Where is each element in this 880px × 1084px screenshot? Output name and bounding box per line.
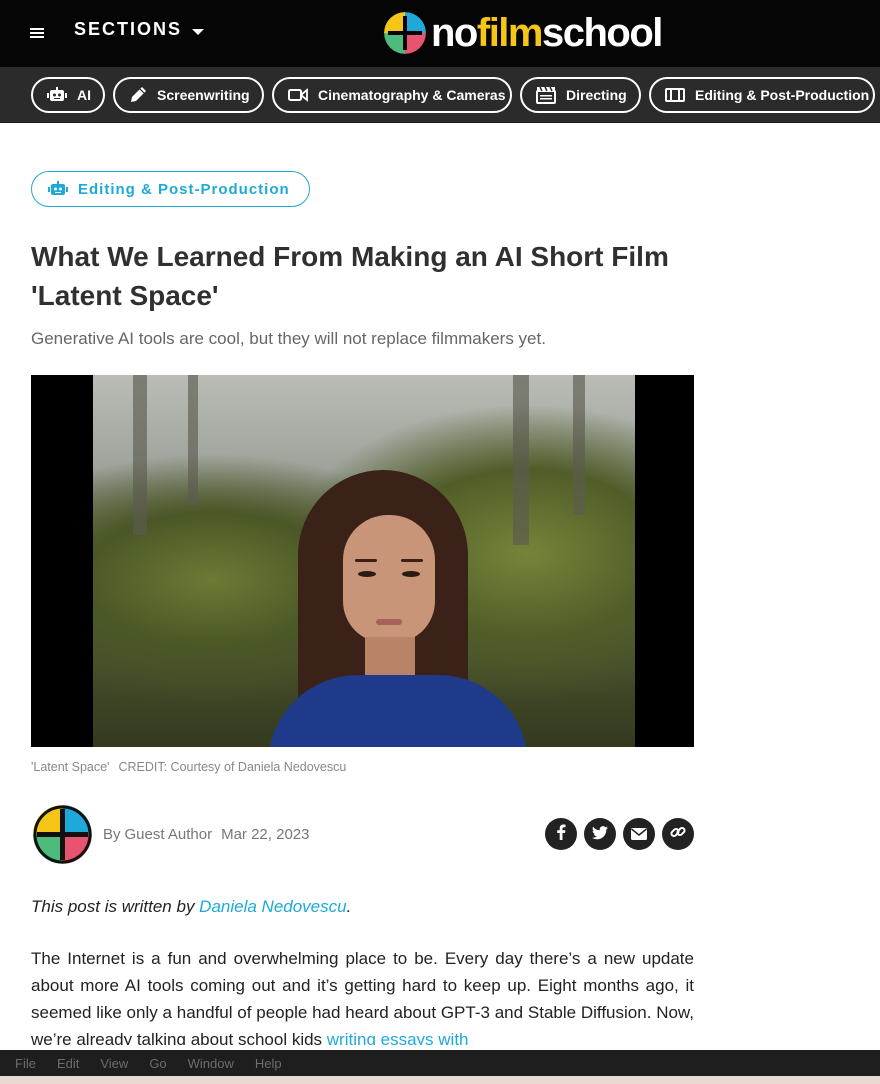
- category-nav: AI Screenwriting Cinematography & Camera…: [0, 67, 880, 123]
- image-caption-title: 'Latent Space': [31, 760, 110, 774]
- guest-author-link[interactable]: Daniela Nedovescu: [199, 897, 346, 916]
- clapperboard-icon: [536, 86, 556, 104]
- share-link-button[interactable]: [662, 818, 694, 850]
- publish-date: Mar 22, 2023: [221, 826, 310, 843]
- nav-pill-label: Screenwriting: [157, 87, 250, 103]
- article-title-line2: 'Latent Space': [31, 280, 219, 311]
- nav-pill-editing[interactable]: Editing & Post-Production: [649, 77, 875, 113]
- logo-mark-icon: [384, 12, 426, 54]
- essays-link[interactable]: writing essays with: [327, 1030, 469, 1045]
- nav-pill-label: Directing: [566, 87, 627, 103]
- article-category-label: Editing & Post-Production: [78, 180, 290, 198]
- article-subtitle: Generative AI tools are cool, but they w…: [31, 329, 546, 348]
- menu-window[interactable]: Window: [188, 1056, 234, 1071]
- video-camera-icon: [288, 86, 308, 104]
- hamburger-menu-icon[interactable]: [26, 22, 48, 44]
- facebook-icon: [554, 824, 568, 844]
- menu-go[interactable]: Go: [149, 1056, 166, 1071]
- nav-pill-cinematography[interactable]: Cinematography & Cameras: [272, 77, 512, 113]
- article-title: What We Learned From Making an AI Short …: [31, 237, 711, 315]
- nav-pill-label: Cinematography & Cameras: [318, 87, 506, 103]
- share-facebook-button[interactable]: [545, 818, 577, 850]
- nav-pill-screenwriting[interactable]: Screenwriting: [113, 77, 264, 113]
- share-twitter-button[interactable]: [584, 818, 616, 850]
- menu-file[interactable]: File: [15, 1056, 36, 1071]
- byline-prefix: By: [103, 826, 121, 843]
- sections-menu-button[interactable]: SECTIONS: [74, 19, 182, 40]
- image-caption: 'Latent Space' CREDIT: Courtesy of Daniel…: [31, 760, 346, 774]
- nav-pill-ai[interactable]: AI: [31, 77, 105, 113]
- hero-image[interactable]: [31, 375, 694, 747]
- hero-image-frame: [93, 375, 635, 747]
- article-category-tag[interactable]: Editing & Post-Production: [31, 171, 310, 207]
- nav-pill-label: AI: [77, 87, 91, 103]
- robot-icon: [48, 180, 68, 198]
- menu-help[interactable]: Help: [255, 1056, 282, 1071]
- site-header: SECTIONS nofilmschool: [0, 0, 880, 67]
- menu-edit[interactable]: Edit: [57, 1056, 79, 1071]
- share-email-button[interactable]: [623, 818, 655, 850]
- twitter-icon: [592, 825, 608, 844]
- film-strip-icon: [665, 86, 685, 104]
- nav-pill-directing[interactable]: Directing: [520, 77, 641, 113]
- article-body-paragraph: The Internet is a fun and overwhelming p…: [31, 945, 694, 1045]
- article-byline: By Guest Author Mar 22, 2023: [103, 826, 309, 843]
- app-menubar: File Edit View Go Window Help: [0, 1050, 880, 1076]
- author-link[interactable]: Guest Author: [125, 826, 213, 843]
- robot-icon: [47, 86, 67, 104]
- image-credit: CREDIT: Courtesy of Daniela Nedovescu: [118, 760, 347, 774]
- author-avatar[interactable]: [33, 805, 92, 864]
- pencil-icon: [129, 86, 147, 104]
- logo-wordmark: nofilmschool: [431, 11, 663, 55]
- menu-view[interactable]: View: [100, 1056, 128, 1071]
- nav-pill-label: Editing & Post-Production: [695, 87, 870, 103]
- article-intro: This post is written by Daniela Nedovesc…: [31, 897, 352, 916]
- email-icon: [631, 825, 647, 844]
- bottom-strip: [0, 1076, 880, 1084]
- site-logo[interactable]: nofilmschool: [384, 10, 663, 56]
- link-icon: [670, 824, 686, 844]
- article-title-line1: What We Learned From Making an AI Short …: [31, 241, 669, 272]
- chevron-down-icon[interactable]: [192, 29, 204, 35]
